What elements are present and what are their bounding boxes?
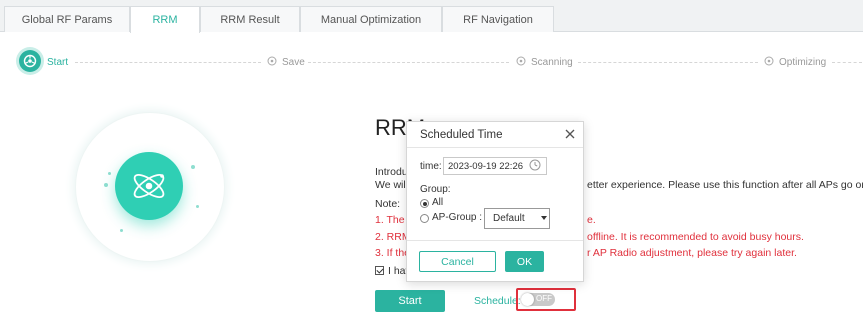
group-label: Group: xyxy=(420,184,451,195)
tab-global-rf-params[interactable]: Global RF Params xyxy=(4,6,130,32)
schedule-toggle[interactable]: OFF xyxy=(521,293,555,306)
cancel-button[interactable]: Cancel xyxy=(419,251,496,272)
clock-icon[interactable] xyxy=(529,159,541,171)
ap-group-select-value: Default xyxy=(493,213,525,224)
dialog-divider xyxy=(407,147,583,148)
decor-dot xyxy=(196,205,199,208)
ok-button[interactable]: OK xyxy=(505,251,544,272)
step-label-start: Start xyxy=(47,57,69,68)
toggle-knob xyxy=(521,293,534,306)
note-1-tail: e. xyxy=(587,214,596,226)
step-divider xyxy=(75,62,261,63)
note-2-tail: offline. It is recommended to avoid busy… xyxy=(587,231,804,243)
optimizing-step-icon xyxy=(764,56,774,66)
start-button[interactable]: Start xyxy=(375,290,445,312)
save-step-icon xyxy=(267,56,277,66)
note-3: 3. If the xyxy=(375,247,411,259)
step-label-scanning: Scanning xyxy=(531,57,573,68)
step-label-optimizing: Optimizing xyxy=(779,57,827,68)
decor-dot xyxy=(191,165,195,169)
step-divider xyxy=(578,62,758,63)
group-ap-group-radio[interactable] xyxy=(420,214,429,223)
time-label: time: xyxy=(420,161,442,172)
group-all-label: All xyxy=(432,197,444,208)
intro-line-tail: etter experience. Please use this functi… xyxy=(587,179,863,191)
ap-group-select[interactable]: Default xyxy=(484,208,550,229)
intro-label: Introdu xyxy=(375,166,408,178)
tab-rrm[interactable]: RRM xyxy=(130,6,200,33)
tab-manual-optimization[interactable]: Manual Optimization xyxy=(300,6,442,32)
close-icon[interactable] xyxy=(563,127,577,141)
atom-icon xyxy=(115,152,183,220)
step-divider xyxy=(832,62,862,63)
toggle-state-text: OFF xyxy=(536,294,552,303)
tab-rf-navigation[interactable]: RF Navigation xyxy=(442,6,554,32)
note-label: Note: xyxy=(375,198,401,210)
dialog-title: Scheduled Time xyxy=(420,129,503,141)
decor-dot xyxy=(120,229,123,232)
decor-dot xyxy=(108,172,111,175)
chevron-down-icon xyxy=(541,216,547,220)
tab-bar: Global RF Params RRM RRM Result Manual O… xyxy=(0,0,863,33)
step-divider xyxy=(308,62,509,63)
schedule-label: Schedule: xyxy=(474,295,521,307)
step-label-save: Save xyxy=(282,57,305,68)
intro-line: We will xyxy=(375,179,409,191)
scanning-step-icon xyxy=(516,56,526,66)
note-3-tail: r AP Radio adjustment, please try again … xyxy=(587,247,797,259)
group-ap-group-label: AP-Group : xyxy=(432,212,483,223)
tab-rrm-result[interactable]: RRM Result xyxy=(200,6,300,32)
decor-dot xyxy=(104,183,108,187)
scheduled-time-dialog: Scheduled Time time: 2023-09-19 22:26 Gr… xyxy=(406,121,584,282)
start-step-icon xyxy=(19,50,41,72)
group-all-radio[interactable] xyxy=(420,199,429,208)
acknowledge-checkbox[interactable] xyxy=(375,266,384,275)
dialog-divider xyxy=(407,240,583,241)
